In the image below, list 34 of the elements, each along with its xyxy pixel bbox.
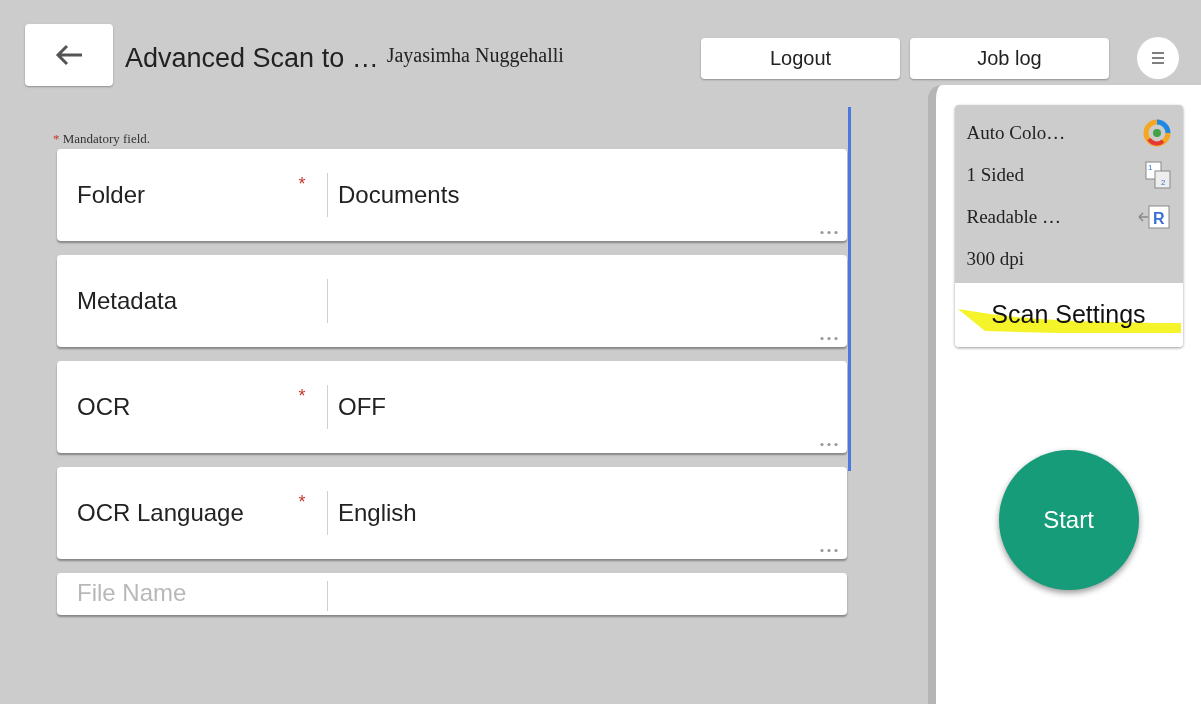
field-value: English <box>337 498 417 528</box>
required-asterisk: * <box>298 491 306 514</box>
form-field-row[interactable]: OCR Language * English <box>57 467 847 559</box>
page-title: Advanced Scan to … <box>125 42 379 75</box>
form-field-row[interactable]: Folder * Documents <box>57 149 847 241</box>
more-dots-icon[interactable] <box>819 442 839 447</box>
setting-text: Auto Colo… <box>966 120 1066 145</box>
required-asterisk: * <box>298 173 306 196</box>
setting-text: Readable … <box>966 204 1061 229</box>
field-label: OCR Language <box>76 498 245 528</box>
menu-icon <box>1151 51 1165 65</box>
field-label: File Name <box>76 578 188 608</box>
more-dots-icon[interactable] <box>819 548 839 553</box>
mandatory-note: * Mandatory field. <box>53 130 151 148</box>
form-field-row[interactable]: OCR * OFF <box>57 361 847 453</box>
field-label: Folder <box>76 180 147 210</box>
required-asterisk: * <box>298 385 306 408</box>
user-name: Jayasimha Nuggehalli <box>386 43 564 69</box>
back-arrow-icon <box>54 43 84 67</box>
menu-button[interactable] <box>1137 37 1179 79</box>
field-label: Metadata <box>76 286 179 316</box>
form-field-row[interactable]: Metadata <box>57 255 847 347</box>
scrollbar[interactable] <box>848 107 851 471</box>
field-value: OFF <box>337 392 386 422</box>
header-button[interactable]: Job log <box>910 37 1109 79</box>
field-label: OCR <box>76 392 132 422</box>
field-value: Documents <box>337 180 460 210</box>
more-dots-icon[interactable] <box>819 336 839 341</box>
setting-text: 1 Sided <box>966 162 1025 187</box>
header-button[interactable]: Logout <box>701 37 900 79</box>
more-dots-icon[interactable] <box>819 230 839 235</box>
setting-text: 300 dpi <box>966 246 1025 271</box>
back-button[interactable] <box>25 24 113 86</box>
color-swirl-icon <box>1142 119 1171 147</box>
